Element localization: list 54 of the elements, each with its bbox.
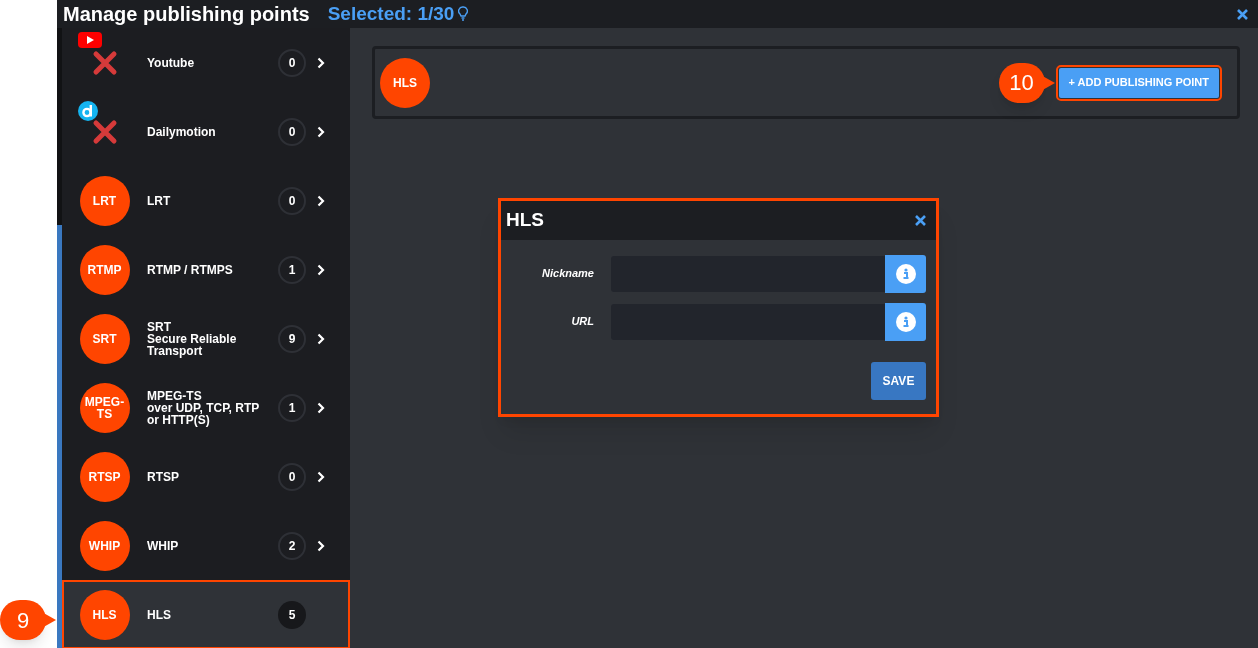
circle-logo-icon (78, 101, 98, 121)
item-label: RTMP / RTMPS (147, 263, 234, 276)
chevron-right-icon (317, 56, 325, 69)
play-logo-icon (78, 32, 102, 48)
count-badge: 2 (278, 531, 306, 560)
chevron-right-icon (317, 194, 325, 207)
item-label: HLS (147, 608, 172, 621)
info-icon (895, 311, 916, 332)
item-label: Youtube (147, 56, 196, 69)
item-label: MPEG-TS over UDP, TCP, RTP or HTTP(S) (147, 389, 261, 426)
count-badge: 5 (278, 600, 306, 629)
protocol-badge: LRT (79, 175, 130, 226)
protocol-badge: SRT (79, 313, 130, 364)
close-icon[interactable] (1237, 8, 1248, 20)
chevron-right-icon (317, 401, 325, 414)
lightbulb-icon (458, 6, 469, 22)
protocol-badge: HLS (79, 589, 130, 640)
count-badge: 1 (278, 255, 306, 284)
count-badge: 1 (278, 393, 306, 422)
count-badge: 0 (278, 117, 306, 146)
input-field[interactable] (611, 303, 885, 340)
chevron-right-icon (317, 539, 325, 552)
item-label: RTSP (147, 470, 180, 483)
item-label: Dailymotion (147, 125, 217, 138)
field-label: Nickname (541, 266, 594, 282)
item-label: WHIP (147, 539, 180, 552)
chevron-right-icon (317, 125, 325, 138)
sidebar-item[interactable]: HLS HLS 5 (62, 580, 350, 648)
item-label: SRT Secure Reliable Transport (147, 320, 238, 357)
input-field[interactable] (611, 255, 885, 292)
dialog-title: HLS (506, 208, 544, 233)
info-button[interactable] (885, 302, 926, 341)
chevron-right-icon (317, 470, 325, 483)
count-badge: 0 (278, 462, 306, 491)
item-label: LRT (147, 194, 172, 207)
protocol-badge: RTMP (79, 244, 130, 295)
count-badge: 9 (278, 324, 306, 353)
protocol-badge: HLS (380, 57, 430, 108)
window-title: Manage publishing points (63, 2, 310, 27)
step-callout: 10 (998, 62, 1055, 103)
count-badge: 0 (278, 48, 306, 77)
field-label: URL (570, 314, 594, 330)
protocol-badge: MPEG- TS (79, 382, 130, 433)
step-callout: 9 (0, 600, 57, 640)
count-badge: 0 (278, 186, 306, 215)
protocol-badge: WHIP (79, 520, 130, 571)
info-button[interactable] (885, 254, 926, 293)
protocol-badge: RTSP (79, 451, 130, 502)
chevron-right-icon (317, 332, 325, 345)
chevron-right-icon (317, 263, 325, 276)
save-button[interactable]: SAVE (871, 362, 926, 400)
info-icon (895, 263, 916, 284)
close-icon[interactable] (915, 215, 926, 226)
selection-count: Selected: 1/30 (327, 1, 455, 26)
